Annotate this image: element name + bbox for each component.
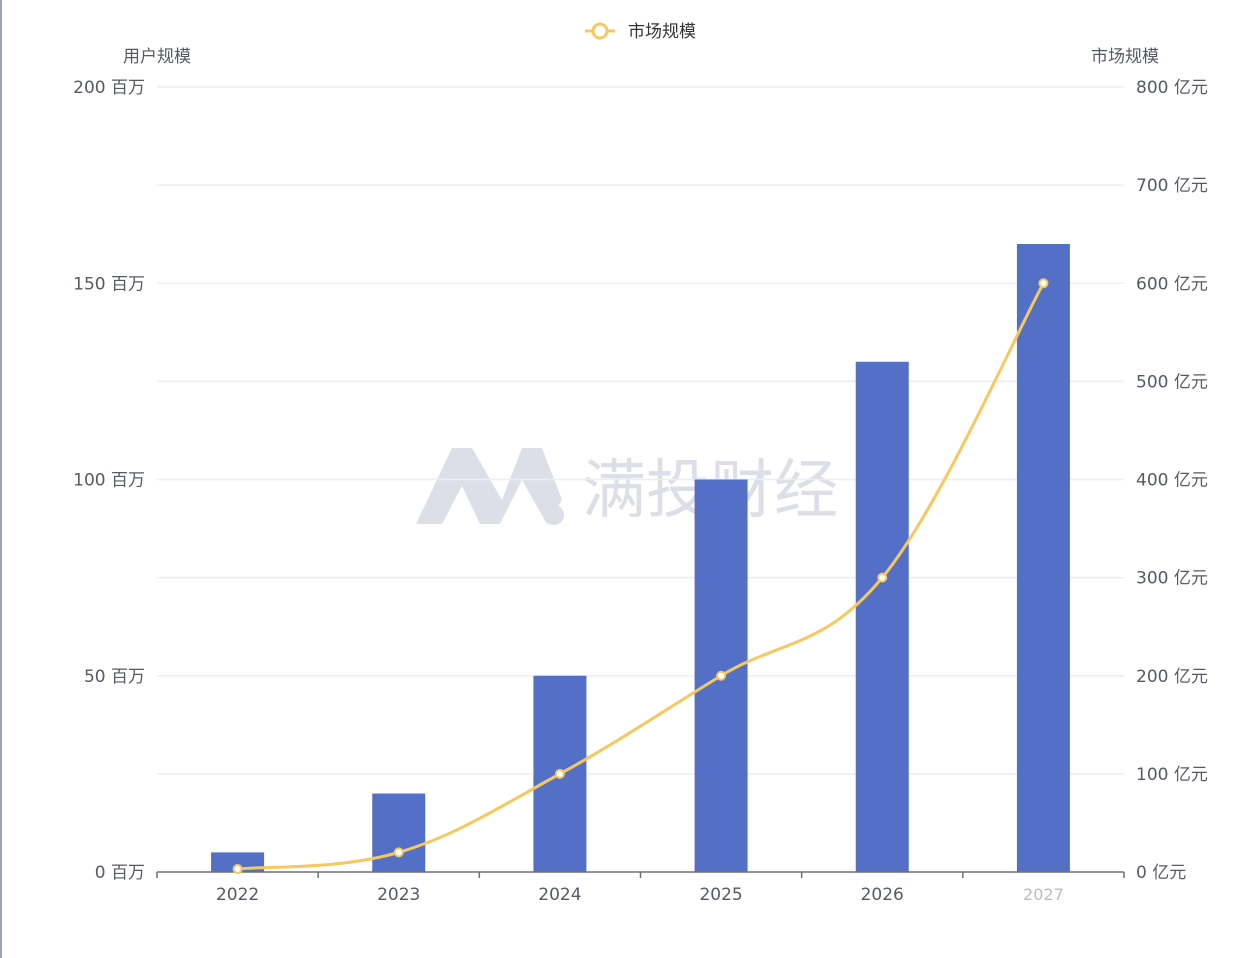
legend-item-market-size: 市场规模 [628, 22, 696, 42]
watermark-logo: 满投财经 [416, 448, 838, 528]
y-left-tick-label: 100 百万 [73, 471, 145, 491]
bar-user-scale [1016, 244, 1070, 872]
x-tick-label: 2023 [377, 885, 420, 905]
y-right-tick-label: 0 亿元 [1136, 863, 1186, 883]
line-point-market-scale [393, 847, 404, 858]
y-left-axis-title: 用户规模 [123, 47, 191, 67]
x-tick-label: 2027 [1023, 885, 1064, 904]
y-left-tick-label: 0 百万 [95, 863, 145, 883]
y-right-tick-label: 800 亿元 [1136, 78, 1208, 98]
y-right-tick-label: 500 亿元 [1136, 372, 1208, 392]
y-left-tick-label: 50 百万 [84, 667, 145, 687]
chart-svg: 满投财经 0 百万 50 百万 100 百万 150 百万 200 百万 0 亿元 100 … [73, 22, 1208, 905]
line-series [232, 278, 1049, 875]
line-point-market-scale [1038, 278, 1049, 289]
line-point-market-scale [716, 670, 727, 681]
bar-user-scale [855, 361, 909, 872]
legend[interactable]: 市场规模 [585, 22, 696, 42]
x-tick-label: 2026 [861, 885, 904, 905]
y-left-tick-label: 200 百万 [73, 78, 145, 98]
grid-lines [157, 86, 1124, 775]
line-market-scale [237, 282, 1045, 871]
line-point-market-scale [877, 572, 888, 583]
y-right-tick-label: 600 亿元 [1136, 274, 1208, 294]
y-right-tick-label: 300 亿元 [1136, 569, 1208, 589]
line-point-market-scale [232, 864, 243, 875]
y-right-tick-label: 400 亿元 [1136, 471, 1208, 491]
y-left-tick-label: 150 百万 [73, 274, 145, 294]
x-tick-label: 2025 [699, 885, 742, 905]
x-tick-label: 2022 [216, 885, 259, 905]
y-right-tick-label: 700 亿元 [1136, 176, 1208, 196]
bar-user-scale [372, 793, 426, 872]
line-point-market-scale [554, 768, 565, 779]
y-right-tick-label: 100 亿元 [1136, 765, 1208, 785]
chart-frame: 满投财经 0 百万 50 百万 100 百万 150 百万 200 百万 0 亿元 100 … [0, 0, 1249, 958]
x-tick-label: 2024 [538, 885, 581, 905]
y-right-axis-title: 市场规模 [1091, 47, 1159, 67]
legend-marker-icon [591, 22, 609, 40]
y-right-tick-label: 200 亿元 [1136, 667, 1208, 687]
bar-series [211, 244, 1070, 872]
